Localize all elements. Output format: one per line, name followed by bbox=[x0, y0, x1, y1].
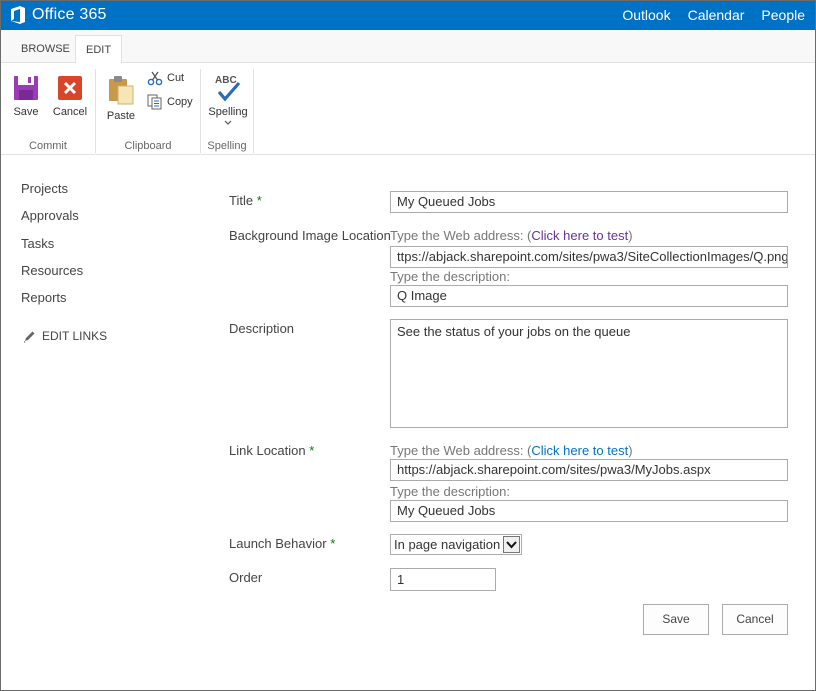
office-logo-icon bbox=[11, 6, 25, 24]
background-hint-suffix: ) bbox=[628, 228, 633, 243]
clipboard-group: Paste Cut Copy Clipboard bbox=[96, 63, 200, 155]
save-ribbon-label: Save bbox=[13, 106, 39, 118]
order-label: Order bbox=[229, 570, 263, 585]
paste-label: Paste bbox=[106, 110, 136, 122]
spelling-group-label: Spelling bbox=[207, 140, 247, 152]
background-image-label: Background Image Location bbox=[229, 228, 391, 243]
launch-behavior-value: In page navigation bbox=[394, 537, 501, 552]
link-location-label-text: Link Location bbox=[229, 443, 306, 458]
link-url-hint: Type the Web address: (Click here to tes… bbox=[390, 443, 633, 458]
link-location-field-label: Link Location * bbox=[229, 443, 314, 458]
office365-logo[interactable]: Office 365 bbox=[9, 5, 107, 25]
pencil-icon bbox=[23, 331, 35, 343]
paste-icon bbox=[109, 76, 134, 105]
ribbon-tab-row: BROWSE EDIT bbox=[1, 30, 815, 64]
link-desc-hint: Type the description: bbox=[390, 484, 510, 499]
save-icon bbox=[14, 76, 38, 100]
clipboard-group-label: Clipboard bbox=[124, 140, 172, 152]
background-hint-prefix: Type the Web address: ( bbox=[390, 228, 532, 243]
launch-behavior-label-text: Launch Behavior bbox=[229, 536, 327, 551]
nav-item-resources[interactable]: Resources bbox=[21, 263, 83, 290]
save-ribbon-button[interactable]: Save bbox=[9, 75, 43, 118]
cancel-ribbon-button[interactable]: Cancel bbox=[51, 75, 89, 118]
edit-links-button[interactable]: EDIT LINKS bbox=[23, 329, 107, 343]
description-label: Description bbox=[229, 321, 295, 336]
cancel-button[interactable]: Cancel bbox=[722, 604, 788, 635]
suite-link-people[interactable]: People bbox=[761, 7, 805, 23]
commit-group: Save Cancel Commit bbox=[1, 63, 95, 155]
title-field-label: Title * bbox=[229, 193, 262, 208]
scissors-icon bbox=[147, 71, 163, 86]
required-marker: * bbox=[309, 443, 315, 458]
description-textarea[interactable]: See the status of your jobs on the queue bbox=[390, 319, 788, 428]
copy-label: Copy bbox=[167, 96, 193, 108]
background-desc-input[interactable]: Q Image bbox=[390, 285, 788, 307]
cut-button[interactable]: Cut bbox=[147, 70, 184, 86]
copy-icon bbox=[147, 94, 162, 110]
chevron-down-icon bbox=[506, 541, 517, 549]
edit-links-label: EDIT LINKS bbox=[42, 329, 108, 343]
tab-edit[interactable]: EDIT bbox=[75, 35, 123, 64]
link-url-input[interactable]: https://abjack.sharepoint.com/sites/pwa3… bbox=[390, 459, 788, 481]
spelling-button[interactable]: ABC Spelling bbox=[206, 73, 250, 125]
title-input[interactable]: My Queued Jobs bbox=[390, 191, 788, 213]
nav-item-projects[interactable]: Projects bbox=[21, 181, 83, 208]
cancel-ribbon-label: Cancel bbox=[52, 106, 88, 118]
background-test-link[interactable]: Click here to test bbox=[531, 228, 628, 243]
cancel-icon bbox=[58, 76, 82, 100]
ribbon: Save Cancel Commit Paste Cut Copy Clipbo… bbox=[1, 63, 815, 155]
window-frame: Office 365 Outlook Calendar People BROWS… bbox=[0, 0, 816, 691]
left-nav: Projects Approvals Tasks Resources Repor… bbox=[21, 181, 83, 317]
abc-glyph: ABC bbox=[215, 75, 237, 86]
nav-item-approvals[interactable]: Approvals bbox=[21, 208, 83, 235]
nav-item-reports[interactable]: Reports bbox=[21, 290, 83, 317]
suite-link-calendar[interactable]: Calendar bbox=[688, 7, 745, 23]
copy-button[interactable]: Copy bbox=[147, 94, 193, 110]
link-hint-prefix: Type the Web address: ( bbox=[390, 443, 532, 458]
spelling-check-icon: ABC bbox=[215, 75, 241, 102]
background-desc-hint: Type the description: bbox=[390, 269, 510, 284]
launch-behavior-select[interactable]: In page navigation bbox=[390, 534, 522, 555]
spelling-label: Spelling bbox=[208, 106, 248, 118]
link-test-link[interactable]: Click here to test bbox=[531, 443, 628, 458]
launch-behavior-field-label: Launch Behavior * bbox=[229, 536, 335, 551]
suite-bar: Office 365 Outlook Calendar People bbox=[1, 1, 815, 30]
link-hint-suffix: ) bbox=[628, 443, 633, 458]
tab-browse[interactable]: BROWSE bbox=[11, 35, 80, 63]
required-marker: * bbox=[330, 536, 336, 551]
suite-link-outlook[interactable]: Outlook bbox=[622, 7, 670, 23]
commit-group-label: Commit bbox=[29, 140, 67, 152]
background-url-input[interactable]: ttps://abjack.sharepoint.com/sites/pwa3/… bbox=[390, 246, 788, 268]
required-marker: * bbox=[256, 193, 262, 208]
title-label-text: Title bbox=[229, 193, 254, 208]
dropdown-arrow[interactable] bbox=[503, 536, 520, 553]
paste-button[interactable]: Paste bbox=[106, 75, 136, 122]
chevron-down-icon bbox=[224, 120, 232, 125]
background-url-hint: Type the Web address: (Click here to tes… bbox=[390, 228, 633, 243]
save-button[interactable]: Save bbox=[643, 604, 709, 635]
link-desc-input[interactable]: My Queued Jobs bbox=[390, 500, 788, 522]
spelling-group: ABC Spelling Spelling bbox=[201, 63, 253, 155]
order-input[interactable]: 1 bbox=[390, 568, 496, 591]
nav-item-tasks[interactable]: Tasks bbox=[21, 236, 83, 263]
ribbon-divider bbox=[253, 69, 254, 153]
suite-links: Outlook Calendar People bbox=[605, 7, 805, 23]
brand-name: Office 365 bbox=[32, 6, 107, 23]
cut-label: Cut bbox=[167, 72, 185, 84]
